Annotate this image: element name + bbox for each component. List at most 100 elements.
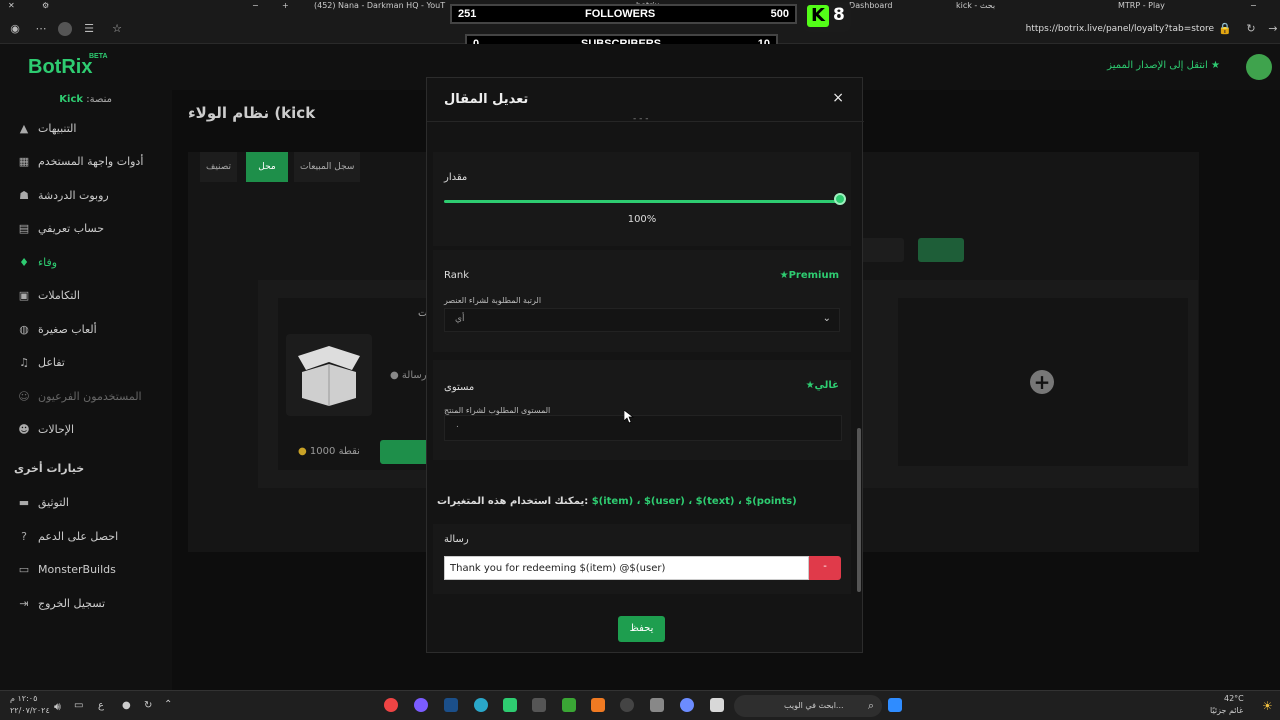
rank-select[interactable]: أي ⌄ — [444, 308, 840, 332]
level-input[interactable]: ٠ — [444, 415, 842, 441]
tray-expand-icon[interactable]: ⌃ — [164, 699, 172, 710]
close-tab-icon[interactable]: − — [1250, 1, 1257, 10]
variables-hint: يمكنك استخدام هذه المتغيرات: $(item) ، $… — [437, 496, 797, 507]
profile-icon[interactable] — [58, 22, 72, 36]
copilot-icon[interactable] — [680, 698, 694, 712]
weather-icon[interactable]: ☀ — [1262, 699, 1273, 713]
edge-icon[interactable] — [474, 698, 488, 712]
more-icon[interactable]: ⋯ — [34, 22, 48, 36]
launcher-icon[interactable] — [591, 698, 605, 712]
star-icon: ★ — [805, 380, 815, 391]
mic-icon[interactable]: ● — [122, 700, 131, 711]
discord-icon[interactable] — [414, 698, 428, 712]
tab-kick-search[interactable]: kick - بحث — [956, 1, 995, 10]
add-button[interactable] — [918, 238, 964, 262]
reading-icon[interactable]: ☰ — [82, 22, 96, 36]
settings-icon[interactable]: ⚙ — [42, 1, 49, 10]
new-tab-icon[interactable]: + — [282, 1, 289, 10]
clock-date: ٢٢/٠٧/٢٠٢٤ — [10, 706, 50, 715]
message-section: رسالة Thank you for redeeming $(item) @$… — [433, 524, 851, 594]
sync-icon[interactable]: ↻ — [144, 700, 152, 711]
docs-icon: ▬ — [18, 496, 30, 509]
platform-value: Kick — [59, 94, 84, 105]
tab-store[interactable]: محل — [246, 152, 288, 182]
monitor-icon: ▭ — [18, 563, 30, 576]
sidebar-item-label: روبوت الدردشة — [38, 189, 109, 202]
botrix-logo[interactable]: BotRix BETA — [28, 53, 108, 79]
bookmark-icon[interactable]: ☆ — [110, 22, 124, 36]
minimize-icon[interactable]: − — [252, 1, 259, 10]
store-icon[interactable] — [650, 698, 664, 712]
save-button[interactable]: يحفظ — [618, 616, 665, 642]
logout-icon: ⇥ — [19, 597, 29, 610]
gamepad-icon: ◍ — [19, 323, 29, 336]
close-window-icon[interactable]: ✕ — [8, 1, 15, 10]
rank-label: Rank — [444, 270, 469, 281]
sidebar-item-chatbot[interactable]: ☗ روبوت الدردشة — [14, 187, 164, 207]
sidebar-item-label: حساب تعريفي — [38, 222, 105, 235]
sidebar-item-profile[interactable]: ▤ حساب تعريفي — [14, 220, 164, 240]
sidebar-item-alerts[interactable]: ▲ التنبيهات — [14, 120, 164, 140]
extensions-icon[interactable]: ◉ — [8, 22, 22, 36]
network-icon[interactable]: ▭ — [74, 700, 83, 711]
gem-icon: ♦ — [19, 256, 29, 269]
sidebar-item-minigames[interactable]: ◍ ألعاب صغيرة — [14, 321, 164, 341]
start-icon[interactable] — [888, 698, 902, 712]
sidebar-item-widgets[interactable]: ▦ أدوات واجهة المستخدم — [14, 153, 164, 173]
obs-icon[interactable] — [620, 698, 634, 712]
sidebar-item-label: التكاملات — [38, 289, 80, 302]
taskbar: ١٢:٠٥ م ٢٢/٠٧/٢٠٢٤ 🔊︎ ▭ ع ● ↻ ⌃ ابحث في … — [0, 690, 1280, 720]
sidebar-item-monsterbuilds[interactable]: ▭ MonsterBuilds — [14, 561, 164, 581]
modal-scrollbar[interactable] — [857, 428, 861, 592]
amount-slider-track[interactable] — [444, 200, 840, 203]
sidebar-item-logout[interactable]: ⇥ تسجيل الخروج — [14, 595, 164, 615]
tier-badge: ★غالي — [806, 380, 839, 391]
taskbar-search[interactable]: ابحث في الويب... ⌕ — [734, 695, 882, 717]
reload-icon[interactable]: ↻ — [1244, 22, 1258, 36]
level-section: مستوى ★غالي المستوى المطلوب لشراء المنتج… — [433, 360, 851, 460]
sidebar-item-support[interactable]: ? احصل على الدعم — [14, 528, 164, 548]
tab-youtube[interactable]: (452) Nana - Darkman HQ - YouT — [314, 1, 445, 10]
capture-icon[interactable] — [532, 698, 546, 712]
file-explorer-icon[interactable] — [710, 698, 724, 712]
url-text[interactable]: https://botrix.live/panel/loyalty?tab=st… — [1026, 24, 1214, 34]
message-input[interactable]: Thank you for redeeming $(item) @$(user) — [444, 556, 809, 580]
add-store-item-card[interactable]: + — [898, 298, 1188, 466]
sidebar-item-referrals[interactable]: ☻ الإحالات — [14, 421, 164, 441]
volume-icon[interactable]: 🔊︎ — [54, 700, 61, 714]
integration-icon: ▣ — [18, 289, 30, 302]
forward-icon[interactable]: → — [1266, 22, 1280, 36]
premium-link[interactable]: انتقل إلى الإصدار المميز ★ — [1107, 60, 1220, 71]
remove-message-button[interactable]: - — [809, 556, 841, 580]
store-item-buy-button[interactable] — [380, 440, 430, 464]
kick-count: 8 — [833, 5, 845, 25]
tab-sales-log[interactable]: سجل المبيعات — [294, 152, 361, 182]
sidebar: منصة: Kick ▲ التنبيهات ▦ أدوات واجهة المست… — [0, 90, 172, 690]
sidebar-item-docs[interactable]: ▬ التوثيق — [14, 494, 164, 514]
amount-slider-handle[interactable] — [834, 193, 846, 205]
sidebar-item-label: التنبيهات — [38, 122, 77, 135]
close-icon[interactable]: × — [832, 90, 844, 106]
sidebar-item-subusers[interactable]: ☺ المستخدمون الفرعيون — [14, 388, 164, 408]
sidebar-item-label: المستخدمون الفرعيون — [38, 390, 142, 403]
robot-icon: ☗ — [19, 189, 29, 202]
message-label: رسالة — [444, 534, 469, 545]
users-icon: ☺ — [18, 390, 30, 403]
logo-text: BotRix — [28, 56, 93, 78]
premium-badge-label: Premium — [788, 270, 839, 281]
premium-link-label: انتقل إلى الإصدار المميز — [1107, 60, 1208, 71]
xbox-icon[interactable] — [503, 698, 517, 712]
sidebar-item-label: تفاعل — [38, 356, 65, 369]
sidebar-item-integrations[interactable]: ▣ التكاملات — [14, 287, 164, 307]
tab-ranking[interactable]: تصنيف — [200, 152, 238, 182]
steam-icon[interactable] — [444, 698, 458, 712]
sidebar-item-interaction[interactable]: ♫ تفاعل — [14, 354, 164, 374]
excel-icon[interactable] — [562, 698, 576, 712]
avatar[interactable] — [1246, 54, 1272, 80]
tab-mtrp[interactable]: MTRP - Play — [1118, 1, 1165, 10]
sidebar-item-label: ألعاب صغيرة — [38, 323, 97, 336]
language-indicator[interactable]: ع — [98, 700, 104, 711]
app-icon[interactable] — [384, 698, 398, 712]
other-options-heading: خيارات أخرى — [14, 462, 85, 475]
sidebar-item-loyalty[interactable]: ♦ وفاء — [14, 254, 164, 274]
